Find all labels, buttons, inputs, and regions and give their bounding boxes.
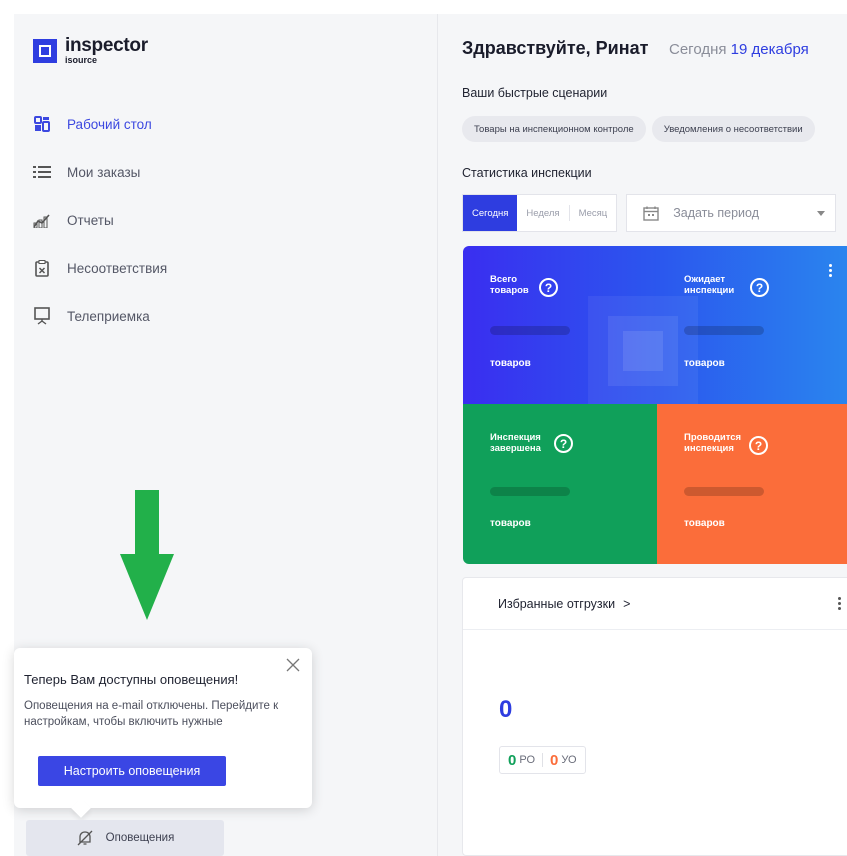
badge-divider bbox=[542, 753, 543, 767]
stat-units: товаров bbox=[684, 358, 725, 369]
uo-count: 0 bbox=[550, 751, 559, 769]
app-window: inspector isource Рабочий стол Мои заказ… bbox=[0, 0, 847, 856]
sidebar-item-label: Телеприемка bbox=[67, 308, 150, 324]
tab-month[interactable]: Месяц bbox=[570, 195, 617, 231]
ro-count: 0 bbox=[508, 751, 517, 769]
favorite-shipments-badges: 0 РО 0 УО bbox=[499, 746, 586, 774]
favorite-shipments-card: Избранные отгрузки > 0 0 РО 0 УО bbox=[462, 577, 847, 856]
quick-scenarios-label: Ваши быстрые сценарии bbox=[462, 86, 608, 100]
date-range-placeholder: Задать период bbox=[673, 206, 760, 220]
help-icon[interactable]: ? bbox=[749, 436, 768, 455]
sidebar-item-label: Мои заказы bbox=[67, 164, 141, 180]
stat-in-progress: Проводится инспекция bbox=[684, 432, 742, 454]
sidebar-item-teleinspection[interactable]: Телеприемка bbox=[32, 292, 332, 340]
ro-label: РО bbox=[519, 754, 535, 766]
stat-awaiting: Ожидает инспекции bbox=[684, 274, 734, 296]
stat-title: Ожидает инспекции bbox=[684, 274, 735, 296]
chip-inspection-control[interactable]: Товары на инспекционном контроле bbox=[462, 116, 646, 142]
calendar-icon bbox=[643, 206, 659, 221]
stat-title: Всего товаров bbox=[490, 274, 529, 296]
chip-nonconformity-notices[interactable]: Уведомления о несоответствии bbox=[651, 116, 815, 142]
help-icon[interactable]: ? bbox=[750, 278, 769, 297]
loading-placeholder bbox=[684, 326, 764, 335]
dashboard-icon bbox=[32, 114, 52, 134]
quick-scenarios: Товары на инспекционном контроле Уведомл… bbox=[462, 116, 815, 142]
more-menu-icon[interactable] bbox=[838, 597, 841, 612]
decor-square bbox=[623, 331, 663, 371]
chevron-down-icon bbox=[817, 211, 826, 216]
sidebar-item-label: Отчеты bbox=[67, 212, 114, 228]
loading-placeholder bbox=[684, 487, 764, 496]
today-prefix: Сегодня bbox=[669, 41, 727, 58]
page-title: Здравствуйте, Ринат bbox=[462, 38, 649, 58]
sidebar-item-nonconformities[interactable]: Несоответствия bbox=[32, 244, 332, 292]
logo-icon bbox=[33, 38, 57, 63]
stat-units: товаров bbox=[684, 518, 725, 529]
inspection-stats-label: Статистика инспекции bbox=[462, 166, 592, 180]
stat-units: товаров bbox=[490, 358, 531, 369]
help-icon[interactable]: ? bbox=[539, 278, 558, 297]
uo-label: УО bbox=[561, 754, 577, 766]
loading-placeholder bbox=[490, 487, 570, 496]
today-date: Сегодня 19 декабря bbox=[669, 41, 809, 58]
sidebar-item-label: Рабочий стол bbox=[67, 116, 152, 132]
help-icon[interactable]: ? bbox=[554, 434, 573, 453]
popup-text: Оповещения на e-mail отключены. Перейдит… bbox=[24, 700, 279, 728]
today-date-value: 19 декабря bbox=[730, 41, 809, 58]
logo[interactable]: inspector isource bbox=[33, 36, 148, 65]
stat-total: Всего товаров bbox=[490, 274, 540, 296]
notifications-button-label: Оповещения bbox=[105, 832, 175, 844]
favorite-shipments-header[interactable]: Избранные отгрузки > bbox=[463, 578, 847, 630]
stats-grid: Всего товаров ? товаров Ожидает инспекци… bbox=[463, 246, 847, 564]
bell-off-icon bbox=[77, 830, 93, 846]
clipboard-x-icon bbox=[32, 258, 52, 278]
popup-title: Теперь Вам доступны оповещения! bbox=[24, 672, 239, 687]
stats-tile-blue: Всего товаров ? товаров Ожидает инспекци… bbox=[463, 246, 847, 406]
arrow-down-icon bbox=[120, 490, 174, 620]
stat-title: Инспекция завершена bbox=[490, 432, 541, 454]
chevron-right-icon: > bbox=[623, 596, 631, 611]
sidebar-item-reports[interactable]: Отчеты bbox=[32, 196, 332, 244]
date-range-picker[interactable]: Задать период bbox=[626, 194, 837, 232]
logo-name: inspector bbox=[65, 35, 148, 56]
sidebar-item-dashboard[interactable]: Рабочий стол bbox=[32, 100, 332, 148]
stat-completed: Инспекция завершена bbox=[490, 432, 541, 454]
tab-week[interactable]: Неделя bbox=[517, 195, 568, 231]
favorite-shipments-count: 0 bbox=[499, 696, 513, 723]
list-icon bbox=[32, 162, 52, 182]
more-menu-icon[interactable] bbox=[829, 264, 833, 279]
configure-notifications-button[interactable]: Настроить оповещения bbox=[38, 756, 226, 786]
sidebar-nav: Рабочий стол Мои заказы Отчеты Несоответ… bbox=[32, 100, 332, 340]
presentation-board-icon bbox=[32, 306, 52, 326]
main-content: Здравствуйте, Ринат Сегодня 19 декабря В… bbox=[438, 14, 847, 856]
favorite-shipments-title: Избранные отгрузки bbox=[498, 596, 616, 611]
logo-sub: isource bbox=[65, 55, 98, 65]
period-selector: Сегодня Неделя Месяц Задать период bbox=[462, 194, 837, 232]
loading-placeholder bbox=[490, 326, 570, 335]
notifications-popup: Теперь Вам доступны оповещения! Оповещен… bbox=[14, 648, 312, 808]
stat-units: товаров bbox=[490, 518, 531, 529]
sidebar-item-label: Несоответствия bbox=[67, 260, 168, 276]
period-tabs: Сегодня Неделя Месяц bbox=[462, 194, 618, 232]
stats-tile-orange: Проводится инспекция ? товаров bbox=[657, 404, 847, 564]
sidebar-item-orders[interactable]: Мои заказы bbox=[32, 148, 332, 196]
tab-today[interactable]: Сегодня bbox=[463, 195, 518, 231]
bar-chart-icon bbox=[32, 210, 52, 230]
close-icon[interactable] bbox=[286, 658, 300, 672]
notifications-button[interactable]: Оповещения bbox=[26, 820, 224, 856]
stats-tile-green: Инспекция завершена ? товаров bbox=[463, 404, 657, 564]
stat-title: Проводится инспекция bbox=[684, 432, 742, 454]
